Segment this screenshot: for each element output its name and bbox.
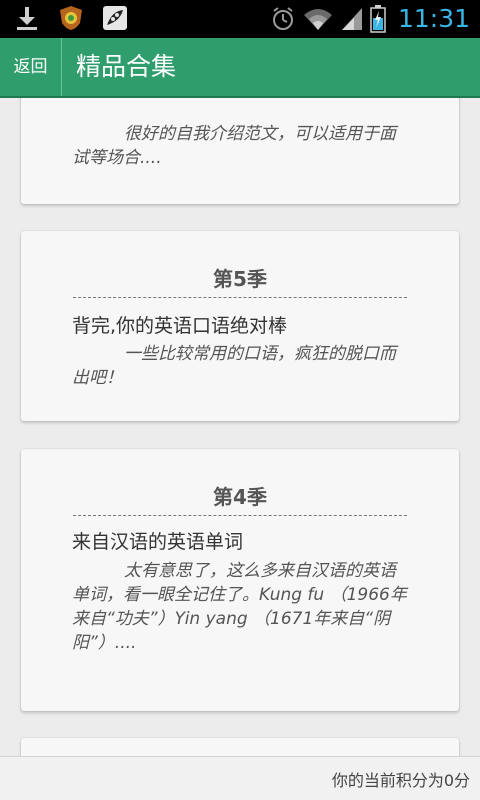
title-bar: 返回 精品合集: [0, 38, 480, 98]
wifi-icon: [303, 9, 332, 30]
list-item[interactable]: [21, 738, 459, 756]
app-icon: [103, 6, 127, 30]
shield-app-icon: [60, 6, 82, 30]
signal-icon: [341, 8, 362, 30]
card-description: 很好的自我介绍范文，可以适用于面试等场合....: [72, 124, 396, 168]
footer-bar: 你的当前积分为0分: [0, 756, 480, 800]
card-divider: [73, 297, 407, 298]
card-description: 一些比较常用的口语，疯狂的脱口而出吧！: [72, 344, 396, 388]
card-subtitle: 背完,你的英语口语绝对棒: [72, 315, 288, 337]
card-title: 第4季: [213, 485, 267, 509]
page-title: 精品合集: [76, 52, 177, 81]
battery-icon: [370, 5, 386, 33]
list-item[interactable]: 第5季 背完,你的英语口语绝对棒 一些比较常用的口语，疯狂的脱口而出吧！: [21, 231, 459, 421]
card-description: 太有意思了，这么多来自汉语的英语单词，看一眼全记住了。Kung fu （1966…: [72, 561, 407, 653]
clock: 11:31: [397, 4, 470, 33]
alarm-icon: [272, 7, 293, 30]
card-title: 第5季: [213, 267, 267, 291]
list-item[interactable]: 很好的自我介绍范文，可以适用于面试等场合....: [21, 98, 459, 204]
card-divider: [73, 515, 407, 516]
list-item[interactable]: 第4季 来自汉语的英语单词 太有意思了，这么多来自汉语的英语单词，看一眼全记住了…: [21, 449, 459, 711]
back-button[interactable]: 返回: [0, 38, 62, 96]
status-bar: 11:31: [0, 0, 480, 38]
card-subtitle: 来自汉语的英语单词: [72, 531, 244, 553]
download-icon: [17, 7, 37, 30]
score-label: 你的当前积分为0分: [331, 771, 470, 790]
collection-list[interactable]: 很好的自我介绍范文，可以适用于面试等场合.... 第5季 背完,你的英语口语绝对…: [0, 98, 480, 756]
